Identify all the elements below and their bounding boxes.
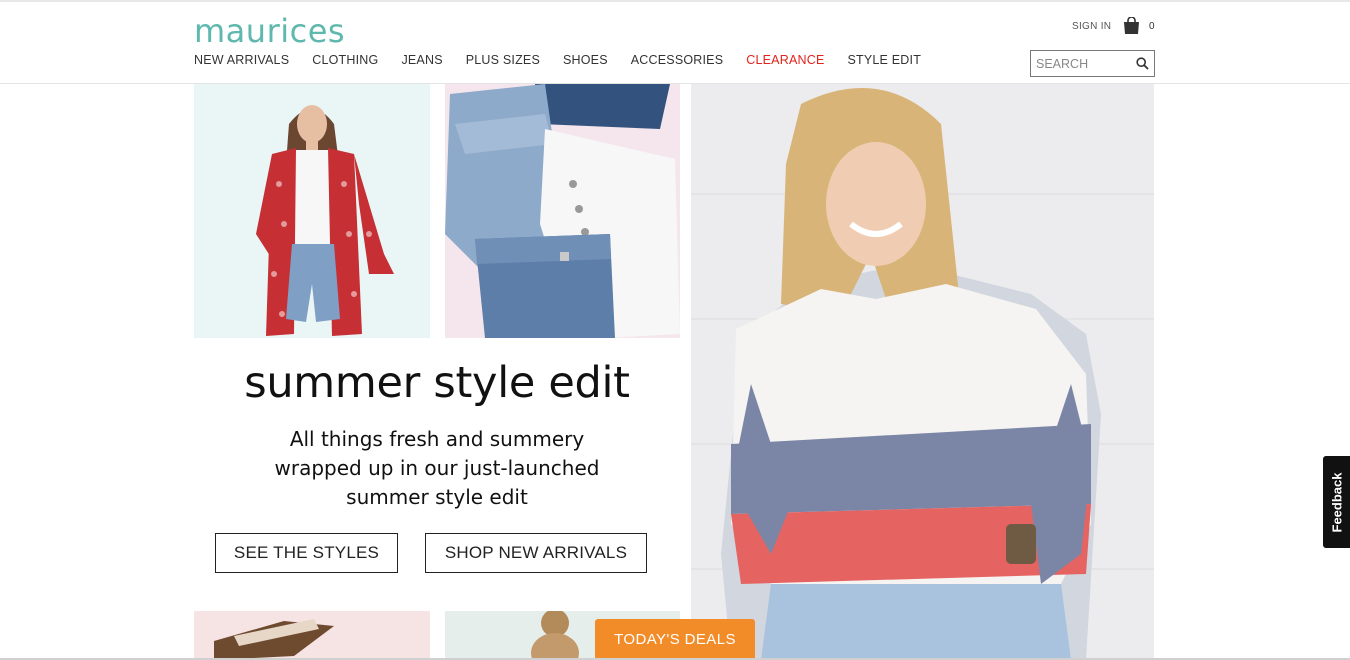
bag-count: 0 [1149,21,1155,32]
denim-shorts-image[interactable] [445,84,680,338]
nav-style-edit[interactable]: STYLE EDIT [847,53,921,67]
nav-jeans[interactable]: JEANS [401,53,442,67]
tie-dye-model-image[interactable] [691,84,1154,660]
shopping-bag-icon[interactable] [1122,17,1141,35]
search-icon[interactable] [1136,57,1149,70]
hero-subtitle-line: summer style edit [346,485,528,509]
sign-in-link[interactable]: SIGN IN [1072,21,1111,32]
site-header: maurices NEW ARRIVALS CLOTHING JEANS PLU… [0,2,1350,84]
search-box[interactable] [1030,50,1155,77]
shop-new-arrivals-button[interactable]: SHOP NEW ARRIVALS [425,533,647,573]
hero-subtitle-line: wrapped up in our just-launched [274,456,600,480]
hero-title: summer style edit [244,358,630,408]
search-input[interactable] [1031,56,1131,71]
brand-logo[interactable]: maurices [194,12,345,50]
kimono-model-image[interactable] [194,84,430,338]
nav-clearance[interactable]: CLEARANCE [746,53,824,67]
sandals-image[interactable] [194,611,430,660]
nav-plus-sizes[interactable]: PLUS SIZES [466,53,540,67]
hero-subtitle-line: All things fresh and summery [289,427,585,451]
main-nav: NEW ARRIVALS CLOTHING JEANS PLUS SIZES S… [194,53,944,67]
see-the-styles-button[interactable]: SEE THE STYLES [215,533,398,573]
nav-shoes[interactable]: SHOES [563,53,608,67]
hero-subtitle: All things fresh and summery wrapped up … [194,425,680,512]
nav-new-arrivals[interactable]: NEW ARRIVALS [194,53,289,67]
nav-clothing[interactable]: CLOTHING [312,53,378,67]
feedback-label: Feedback [1329,472,1345,532]
feedback-tab[interactable]: Feedback [1323,456,1350,548]
nav-accessories[interactable]: ACCESSORIES [631,53,724,67]
todays-deals-button[interactable]: TODAY'S DEALS [595,619,755,660]
